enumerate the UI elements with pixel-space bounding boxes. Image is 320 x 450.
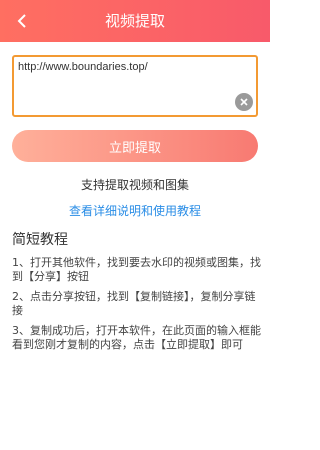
clear-input-button[interactable]: [235, 93, 253, 111]
tutorial-step-3: 3、复制成功后，打开本软件，在此页面的输入框能看到您刚才复制的内容，点击【立即提…: [12, 324, 261, 351]
clear-circle-icon: [240, 98, 248, 106]
url-input-box: [12, 55, 258, 117]
detail-tutorial-link[interactable]: 查看详细说明和使用教程: [0, 202, 270, 219]
page-title: 视频提取: [104, 12, 165, 30]
header-bar: 视频提取: [0, 0, 270, 42]
support-text: 支持提取视频和图集: [80, 178, 189, 192]
url-input[interactable]: [18, 61, 238, 111]
tutorial-step-1: 1、打开其他软件，找到要去水印的视频或图集，找到【分享】按钮: [12, 256, 261, 283]
tutorial-steps: 1、打开其他软件，找到要去水印的视频或图集，找到【分享】按钮 2、点击分享按钮，…: [12, 256, 262, 358]
tutorial-title: 简短教程: [12, 232, 68, 248]
tutorial-step-2: 2、点击分享按钮，找到【复制链接】，复制分享链接: [12, 290, 256, 317]
extract-now-button[interactable]: 立即提取: [12, 130, 258, 162]
